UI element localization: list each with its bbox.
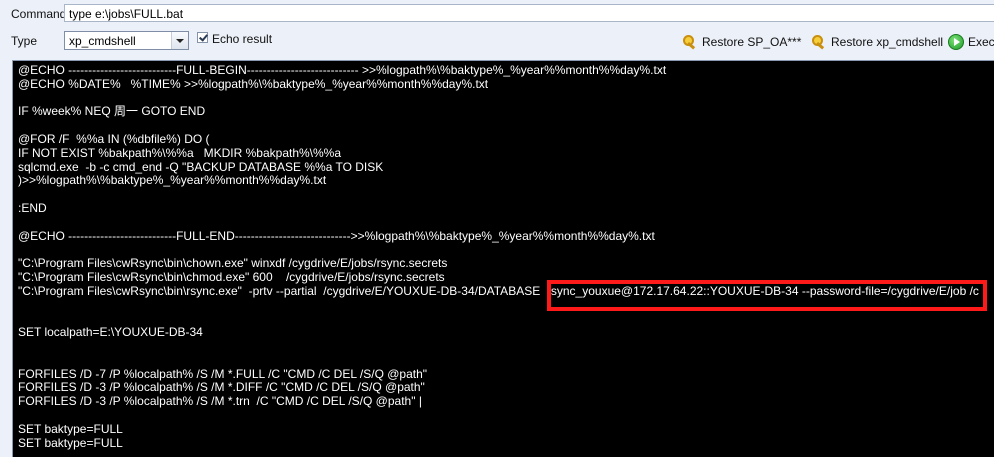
type-select-value: xp_cmdshell	[69, 34, 136, 48]
editor-line: @ECHO ---------------------------FULL-EN…	[18, 228, 655, 243]
editor-line: @FOR /F %%a IN (%dbfile%) DO (	[18, 131, 210, 146]
key-icon	[811, 34, 827, 50]
editor-line: IF %week% NEQ 周一 GOTO END	[18, 104, 206, 119]
editor-line: IF NOT EXIST %bakpath%\%%a MKDIR %bakpat…	[18, 145, 342, 160]
type-label: Type	[11, 34, 38, 48]
editor-line: )>>%logpath%\%baktype%_%year%%month%%day…	[18, 173, 327, 188]
editor-line: @ECHO ---------------------------FULL-BE…	[18, 63, 667, 77]
key-icon	[682, 34, 698, 50]
command-label: Command	[11, 7, 67, 21]
editor-line: FORFILES /D -7 /P %localpath% /S /M *.FU…	[18, 366, 428, 381]
chevron-down-icon[interactable]	[171, 32, 188, 49]
restore-sp-oa-button[interactable]: Restore SP_OA***	[682, 33, 801, 51]
editor-line: "C:\Program Files\cwRsync\bin\chown.exe"…	[18, 256, 448, 271]
command-input[interactable]: type e:\jobs\FULL.bat	[64, 4, 994, 22]
echo-result-label: Echo result	[212, 32, 273, 46]
options-bar: Type xp_cmdshell Echo result Restore SP_…	[0, 27, 994, 60]
execute-button[interactable]: Execu	[948, 33, 994, 51]
highlight-box	[547, 280, 987, 311]
editor-line: FORFILES /D -3 /P %localpath% /S /M *.DI…	[18, 380, 425, 395]
editor-line: SET localpath=E:\YOUXUE-DB-34	[18, 325, 203, 340]
editor-line: :END	[18, 200, 47, 215]
editor-line: sqlcmd.exe -b -c cmd_end -Q "BACKUP DATA…	[18, 159, 384, 174]
execute-label: Execu	[968, 35, 994, 49]
echo-result-checkbox[interactable]	[197, 32, 208, 43]
editor-line: SET baktype=FULL	[18, 421, 123, 436]
editor-text: @ECHO ---------------------------FULL-BE…	[18, 63, 979, 450]
editor-line: @ECHO %DATE% %TIME% >>%logpath%\%baktype…	[18, 76, 489, 91]
editor-line: FORFILES /D -3 /P %localpath% /S /M *.tr…	[18, 394, 422, 409]
editor-line: SET baktype=FULL	[18, 435, 123, 450]
command-bar: Command type e:\jobs\FULL.bat	[0, 0, 994, 27]
restore-sp-oa-label: Restore SP_OA***	[702, 35, 802, 49]
play-icon	[948, 34, 964, 50]
restore-xp-cmdshell-button[interactable]: Restore xp_cmdshell	[811, 33, 943, 51]
type-select[interactable]: xp_cmdshell	[64, 31, 189, 50]
command-output-editor[interactable]: @ECHO ---------------------------FULL-BE…	[12, 60, 994, 457]
restore-xp-cmdshell-label: Restore xp_cmdshell	[831, 35, 944, 49]
